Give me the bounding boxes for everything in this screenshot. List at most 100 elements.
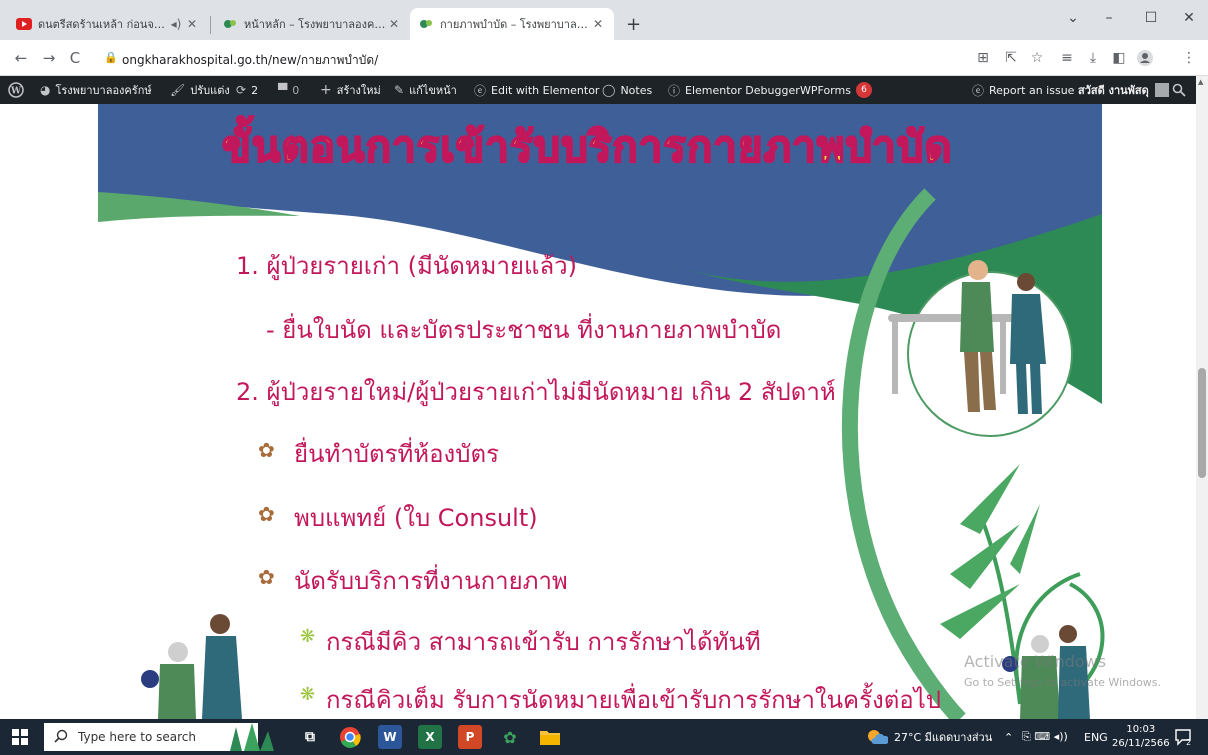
- leaf-bullet-icon: ❋: [300, 684, 316, 705]
- language-indicator[interactable]: ENG: [1084, 719, 1108, 755]
- side-panel-icon[interactable]: ◧: [1110, 50, 1128, 66]
- reload-button[interactable]: C: [64, 48, 86, 68]
- dashboard-icon: ◕: [40, 83, 51, 97]
- scroll-up-arrow[interactable]: ▲: [1198, 78, 1203, 86]
- lock-icon: 🔒: [104, 51, 118, 64]
- browser-tab-youtube[interactable]: ดนตรีสดร้านเหล้า ก่อนจะจัก ยุคบ ◂) ✕: [8, 8, 208, 40]
- close-window-button[interactable]: ✕: [1174, 6, 1204, 30]
- menu-icon[interactable]: ⋮: [1180, 50, 1198, 66]
- browser-tab-home[interactable]: หน้าหลัก – โรงพยาบาลองครักษ์ ✕: [214, 8, 410, 40]
- info-icon: ⓘ: [668, 83, 681, 98]
- flower-bullet-icon: ✿: [258, 438, 275, 462]
- excel-icon[interactable]: X: [418, 725, 442, 749]
- close-tab-icon[interactable]: ✕: [184, 17, 200, 31]
- app-icon[interactable]: ✿: [498, 725, 522, 749]
- howdy-user-menu[interactable]: สวัสดี งานพัสดุ: [1078, 76, 1169, 104]
- pencil-icon: ✎: [394, 83, 405, 97]
- wp-admin-bar: W ◕ โรงพยาบาลองครักษ์ 🖌 ปรับแต่ง ⟳ 2 ▀ 0…: [0, 76, 1196, 104]
- url-text: ongkharakhospital.go.th/new/กายภาพบำบัด/: [122, 53, 379, 67]
- infographic-title: ขั้นตอนการเข้ารับบริการกายภาพบำบัด: [221, 121, 953, 172]
- show-hidden-icons[interactable]: ⌃: [1004, 719, 1013, 755]
- flower-bullet-icon: ✿: [258, 565, 275, 589]
- activate-windows-subtitle: Go to Settings to activate Windows.: [964, 676, 1162, 689]
- notification-center-icon[interactable]: 2: [1174, 719, 1191, 755]
- browser-tab-strip: ดนตรีสดร้านเหล้า ก่อนจะจัก ยุคบ ◂) ✕ หน้…: [0, 0, 1208, 40]
- task-view-icon[interactable]: ⧉: [298, 725, 322, 749]
- therapy-illustration-left: [141, 614, 242, 719]
- step-2-item-1: ยื่นทำบัตรที่ห้องบัตร: [294, 440, 499, 468]
- hospital-logo-icon: [222, 16, 238, 32]
- profile-icon[interactable]: [1136, 50, 1154, 70]
- share-icon[interactable]: ⇱: [1002, 50, 1020, 66]
- address-bar[interactable]: 🔒 ongkharakhospital.go.th/new/กายภาพบำบั…: [96, 46, 966, 72]
- step-2-item-3: นัดรับบริการที่งานกายภาพ: [294, 567, 568, 595]
- tab-divider: [210, 16, 211, 34]
- tab-title: หน้าหลัก – โรงพยาบาลองครักษ์: [244, 18, 386, 31]
- windows-taskbar: Type here to search ⧉ W X P ✿ 27°C มีแดด…: [0, 719, 1208, 755]
- scrollbar-thumb[interactable]: [1198, 368, 1206, 478]
- brush-icon: 🖌: [170, 83, 186, 97]
- step-1-detail: - ยื่นใบนัด และบัตรประชาชน ที่งานกายภาพบ…: [266, 316, 782, 344]
- avatar: [1154, 83, 1169, 97]
- comments-link[interactable]: ▀ 0: [278, 76, 299, 104]
- reading-list-icon[interactable]: ≡: [1058, 50, 1076, 66]
- speech-bubble-icon: ◯: [602, 83, 616, 97]
- wpforms-link[interactable]: WPForms 6: [800, 76, 872, 104]
- site-name-link[interactable]: ◕ โรงพยาบาลองครักษ์: [40, 76, 152, 104]
- step-2-sub-2: กรณีคิวเต็ม รับการนัดหมายเพื่อเข้ารับการ…: [326, 686, 942, 714]
- step-2-item-2: พบแพทย์ (ใบ Consult): [294, 504, 538, 532]
- browser-toolbar: ← → C 🔒 ongkharakhospital.go.th/new/กายภ…: [0, 40, 1208, 76]
- back-button[interactable]: ←: [10, 48, 32, 68]
- elementor-debugger-link[interactable]: ⓘ Elementor Debugger: [668, 76, 800, 104]
- page-content: ขั้นตอนการเข้ารับบริการกายภาพบำบัด 1. ผู…: [0, 104, 1196, 719]
- hospital-logo-icon: [418, 16, 434, 32]
- bookmark-star-icon[interactable]: ☆: [1028, 50, 1046, 66]
- elementor-icon: ⓔ: [474, 83, 487, 98]
- new-content-link[interactable]: + สร้างใหม่: [320, 76, 381, 104]
- word-icon[interactable]: W: [378, 725, 402, 749]
- download-icon[interactable]: ⤓: [1084, 50, 1102, 66]
- comment-icon: ▀: [278, 83, 288, 97]
- youtube-icon: [16, 16, 32, 32]
- activate-windows-title: Activate Windows: [964, 652, 1107, 671]
- minimize-button[interactable]: –: [1094, 6, 1124, 30]
- updates-link[interactable]: ⟳ 2: [236, 76, 258, 104]
- customize-link[interactable]: 🖌 ปรับแต่ง: [170, 76, 230, 104]
- new-tab-button[interactable]: +: [618, 10, 649, 38]
- search-icon: [54, 729, 68, 746]
- powerpoint-icon[interactable]: P: [458, 725, 482, 749]
- edit-page-link[interactable]: ✎ แก้ไขหน้า: [394, 76, 457, 104]
- report-issue-link[interactable]: ⓔ Report an issue: [972, 76, 1074, 104]
- browser-tab-physiotherapy[interactable]: กายภาพบำบัด – โรงพยาบาลองครักษ์ ✕: [410, 8, 614, 40]
- step-1-heading: 1. ผู้ป่วยรายเก่า (มีนัดหมายแล้ว): [236, 252, 578, 280]
- speaker-icon[interactable]: ◂): [168, 17, 184, 31]
- chrome-icon[interactable]: [338, 725, 362, 749]
- clock[interactable]: 10:03 26/11/2566: [1112, 719, 1170, 755]
- wpforms-count-badge: 6: [855, 82, 872, 98]
- flower-bullet-icon: ✿: [258, 502, 275, 526]
- weather-widget[interactable]: 27°C มีแดดบางส่วน: [866, 719, 992, 755]
- wordpress-icon[interactable]: W: [8, 76, 24, 104]
- admin-search-icon[interactable]: [1172, 76, 1186, 104]
- edit-with-elementor-link[interactable]: ⓔ Edit with Elementor: [474, 76, 599, 104]
- tab-search-icon[interactable]: ⌄: [1058, 6, 1088, 30]
- step-2-sub-1: กรณีมีคิว สามารถเข้ารับ การรักษาได้ทันที: [326, 628, 761, 656]
- file-explorer-icon[interactable]: [538, 725, 562, 749]
- windows-start-icon[interactable]: [12, 729, 28, 749]
- system-tray-icons[interactable]: ⎘ ⌨ ◂)): [1022, 719, 1068, 755]
- weather-icon: [868, 730, 888, 744]
- leaf-bullet-icon: ❋: [300, 626, 316, 647]
- tab-title: ดนตรีสดร้านเหล้า ก่อนจะจัก ยุคบ: [38, 18, 168, 31]
- close-tab-icon[interactable]: ✕: [590, 17, 606, 31]
- updates-icon: ⟳: [236, 83, 247, 97]
- close-tab-icon[interactable]: ✕: [386, 17, 402, 31]
- elementor-icon: ⓔ: [972, 83, 985, 98]
- page-scrollbar[interactable]: ▲: [1196, 76, 1208, 719]
- maximize-button[interactable]: ☐: [1136, 6, 1166, 30]
- forward-button[interactable]: →: [38, 48, 60, 68]
- translate-icon[interactable]: ⊞: [974, 50, 992, 66]
- plus-icon: +: [320, 82, 332, 98]
- jungle-highlight-icon[interactable]: [226, 723, 276, 755]
- step-2-heading: 2. ผู้ป่วยรายใหม่/ผู้ป่วยรายเก่าไม่มีนัด…: [236, 378, 836, 406]
- notes-link[interactable]: ◯ Notes: [602, 76, 652, 104]
